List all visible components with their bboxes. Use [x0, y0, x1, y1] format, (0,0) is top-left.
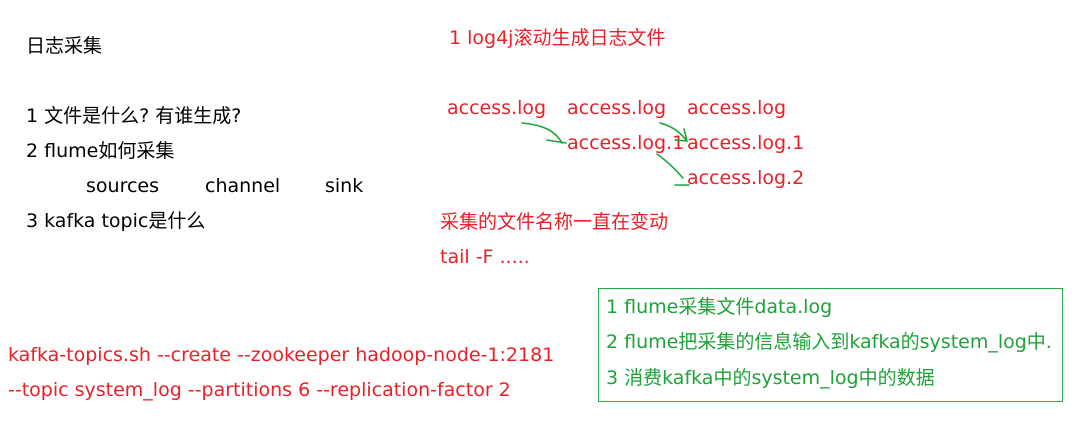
arrow-3	[656, 153, 690, 186]
log-file-rolled-1a: access.log.1	[567, 132, 685, 154]
log-file-3: access.log	[687, 97, 787, 119]
command-line-2: --topic system_log --partitions 6 --repl…	[8, 379, 511, 401]
question-3: 3 kafka topic是什么	[26, 210, 206, 232]
step-1: 1 flume采集文件data.log	[606, 296, 833, 318]
component-sources: sources	[86, 175, 159, 197]
rolling-note-2: tail -F .....	[440, 246, 530, 268]
step-3: 3 消费kafka中的system_log中的数据	[606, 367, 935, 389]
command-line-1: kafka-topics.sh --create --zookeeper had…	[8, 344, 555, 366]
question-2: 2 flume如何采集	[26, 140, 175, 162]
question-1: 1 文件是什么? 有谁生成?	[26, 105, 242, 127]
arrow-1	[521, 122, 567, 144]
log-file-rolled-1b: access.log.1	[687, 132, 805, 154]
notes-title: 日志采集	[26, 35, 103, 57]
component-channel: channel	[205, 175, 281, 197]
step-2: 2 flume把采集的信息输入到kafka的system_log中.	[606, 331, 1052, 353]
log-file-2: access.log	[567, 97, 667, 119]
component-sink: sink	[325, 175, 364, 197]
rolling-heading: 1 log4j滚动生成日志文件	[449, 27, 666, 49]
log-file-1: access.log	[447, 97, 547, 119]
log-file-rolled-2: access.log.2	[687, 167, 805, 189]
rolling-note-1: 采集的文件名称一直在变动	[440, 211, 669, 233]
